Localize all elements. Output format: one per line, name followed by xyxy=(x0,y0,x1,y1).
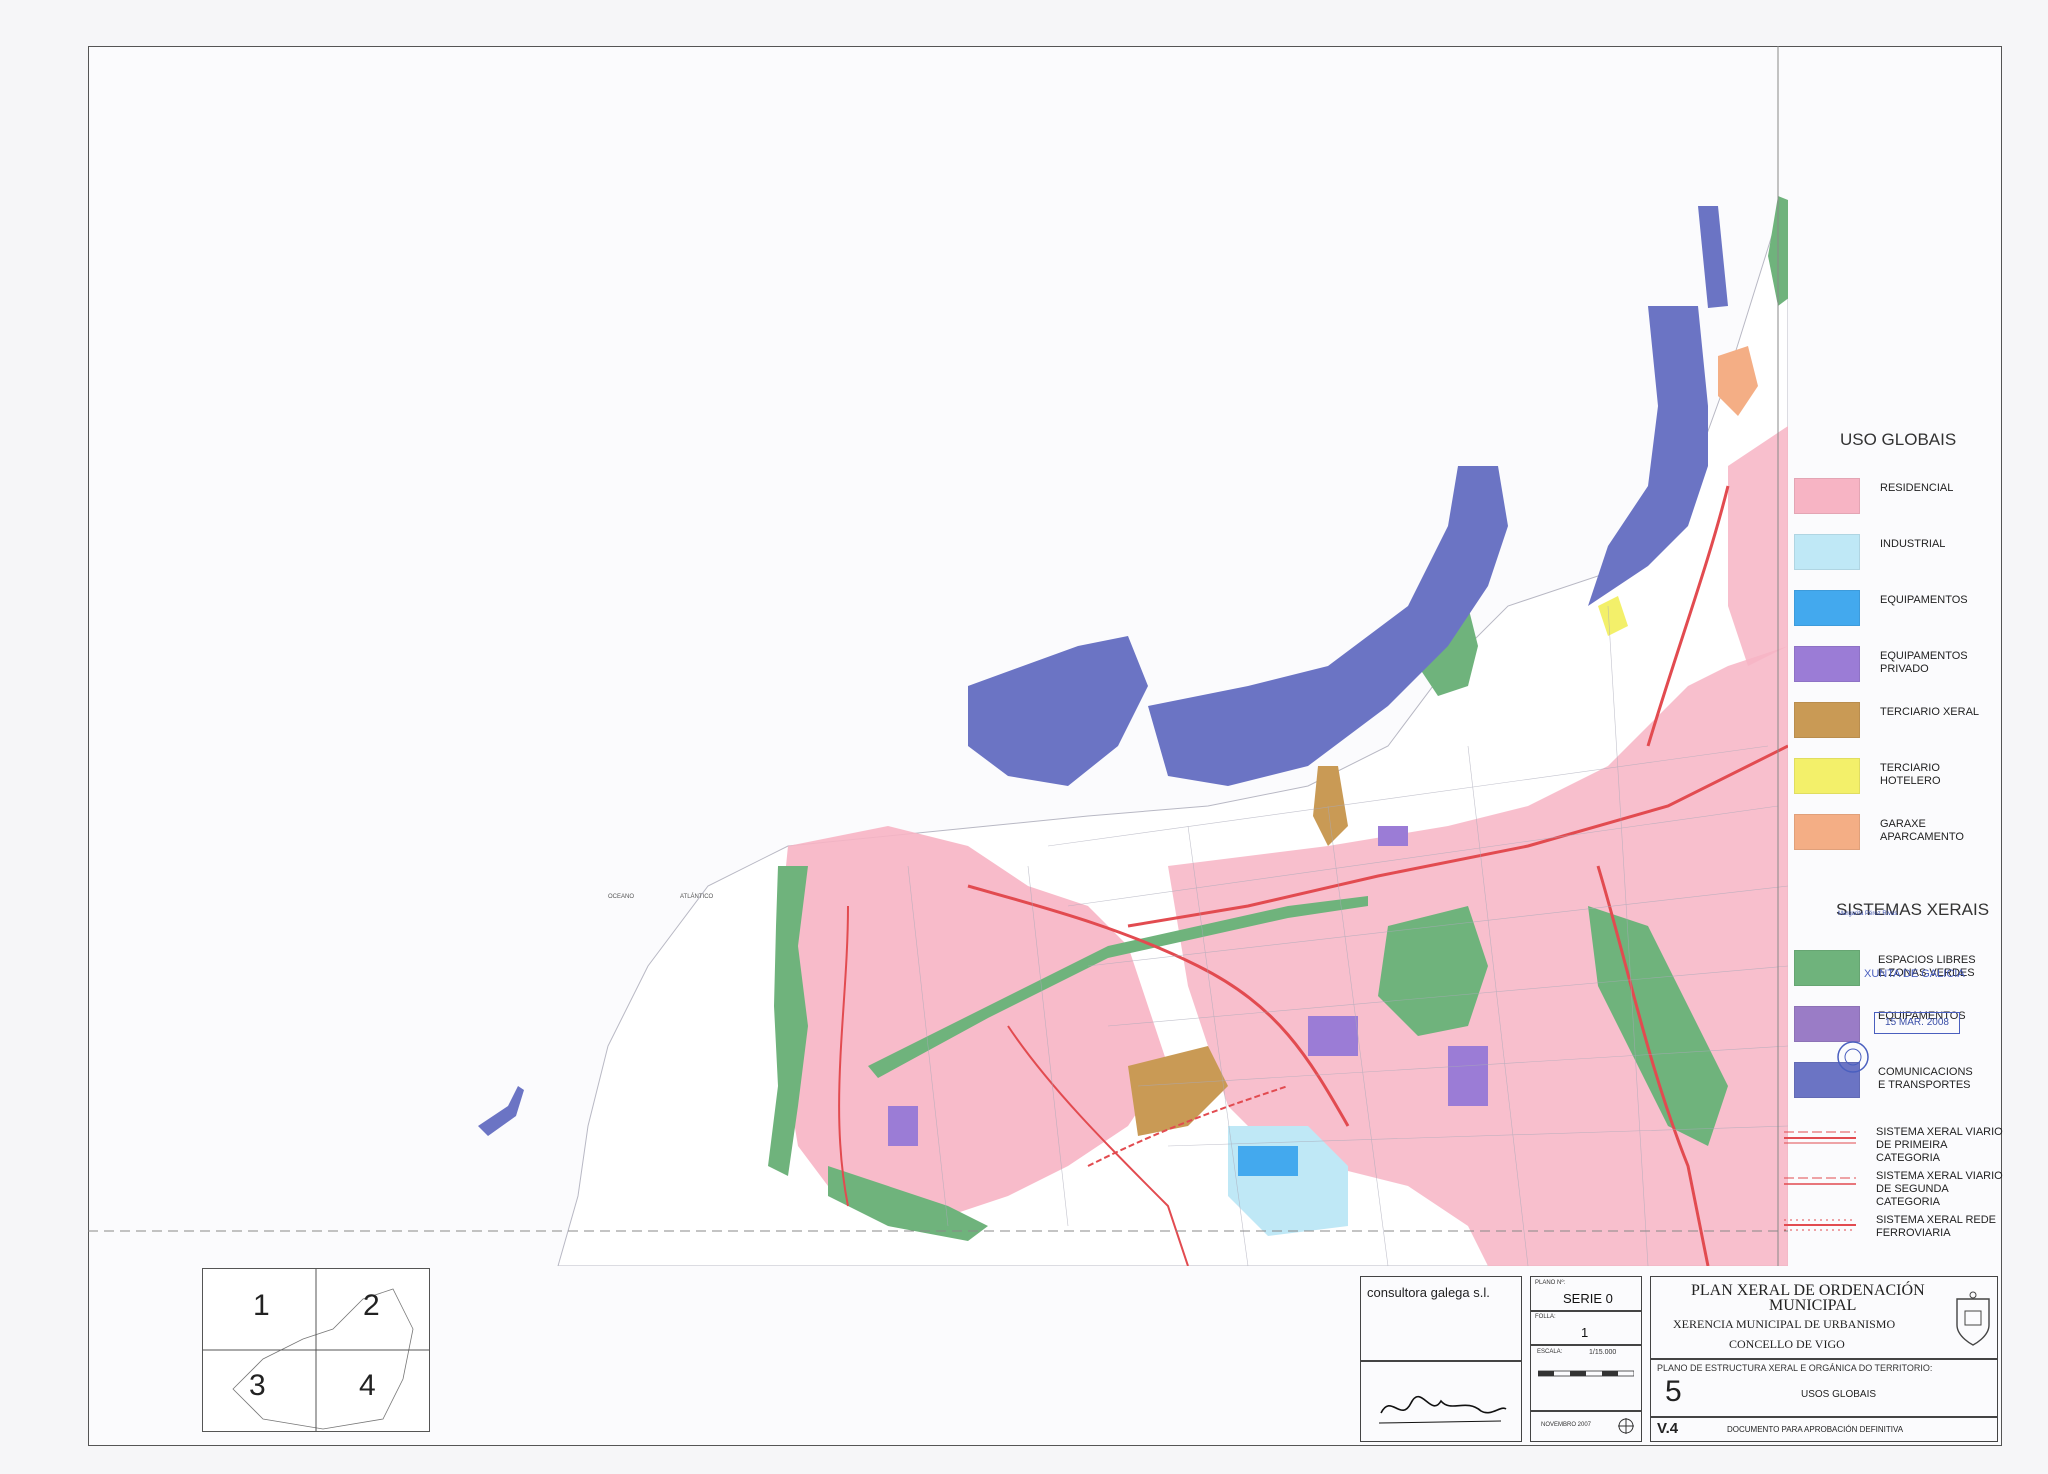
stamp-date: 15 MAR. 2008 xyxy=(1885,1017,1949,1028)
legend-line-swatch xyxy=(1784,1177,1856,1185)
folla-label: FOLLA: xyxy=(1535,1314,1556,1320)
legend-line-swatch xyxy=(1784,1131,1856,1144)
ocean-label: OCEANO xyxy=(608,894,634,900)
legend-swatch xyxy=(1794,478,1860,514)
equip-private-1 xyxy=(1308,1016,1358,1056)
legend-swatch xyxy=(1794,646,1860,682)
legend-label: EQUIPAMENTOS xyxy=(1880,594,1968,606)
document-status: DOCUMENTO PARA APROBACIÓN DEFINITIVA xyxy=(1727,1425,1904,1434)
north-arrow-icon xyxy=(1618,1418,1634,1434)
legend-label: INDUSTRIAL xyxy=(1880,538,1946,550)
transport-west-islet xyxy=(478,1086,524,1136)
company-cell: consultora galega s.l. xyxy=(1360,1276,1522,1362)
signature-cell xyxy=(1360,1360,1522,1442)
legend-label: EQUIPAMENTOS PRIVADO xyxy=(1880,650,1968,675)
legend-swatch xyxy=(1794,702,1860,738)
key-map-sheet-1[interactable]: 1 xyxy=(253,1289,270,1323)
plan-name: USOS GLOBAIS xyxy=(1801,1389,1877,1400)
legend-swatch xyxy=(1794,534,1860,570)
plano-serie: SERIE 0 xyxy=(1563,1291,1613,1306)
equip-private-3 xyxy=(888,1106,918,1146)
legend-label: SISTEMA XERAL REDE FERROVIARIA xyxy=(1876,1214,1997,1239)
approval-stamp: XUNTA DE GALICIA 15 MAR. 2008 Margarita … xyxy=(1788,836,1978,1088)
date-value: NOVEMBRO 2007 xyxy=(1541,1422,1592,1428)
key-map: 1 2 3 4 xyxy=(202,1268,430,1432)
stamp-date-box: 15 MAR. 2008 xyxy=(1874,1012,1960,1034)
plano-cell: PLANO Nº: SERIE 0 xyxy=(1530,1276,1642,1312)
scale-bar-icon xyxy=(1538,1370,1634,1377)
subtitle-line-2: CONCELLO DE VIGO xyxy=(1729,1337,1845,1351)
date-cell: NOVEMBRO 2007 xyxy=(1530,1410,1642,1442)
escala-label: ESCALA: xyxy=(1537,1349,1563,1355)
folla-value: 1 xyxy=(1581,1325,1589,1340)
plan-number: 5 xyxy=(1665,1375,1682,1408)
signature-icon xyxy=(1378,1395,1507,1424)
equip-private-2 xyxy=(1448,1046,1488,1106)
legend-label: TERCIARIO HOTELERO xyxy=(1880,762,1941,787)
legend-label: RESIDENCIAL xyxy=(1880,482,1954,494)
escala-value: 1/15.000 xyxy=(1589,1349,1617,1356)
legend-label: SISTEMA XERAL VIARIO DE PRIMEIRA CATEGOR… xyxy=(1876,1126,2003,1164)
stamp-signatory: Margarita Pérez Rivas xyxy=(1838,911,1898,917)
legend-uso-title: USO GLOBAIS xyxy=(1840,430,1957,449)
municipal-coat-of-arms-icon xyxy=(1956,1291,1990,1346)
subtitle-line-1: XERENCIA MUNICIPAL DE URBANISMO xyxy=(1673,1317,1896,1331)
port-area-main xyxy=(968,636,1148,786)
equipment-blue xyxy=(1238,1146,1298,1176)
key-map-sheet-4[interactable]: 4 xyxy=(359,1369,376,1403)
key-map-sheet-2[interactable]: 2 xyxy=(363,1289,380,1323)
version: V.4 xyxy=(1657,1420,1679,1437)
title-block: consultora galega s.l. PLANO Nº: SERIE 0… xyxy=(1360,1276,1998,1442)
title-line-2: MUNICIPAL xyxy=(1769,1297,1857,1314)
legend-label: SISTEMA XERAL VIARIO DE SEGUNDA CATEGORI… xyxy=(1876,1170,2003,1208)
port-pier-north xyxy=(1698,206,1728,308)
residential-zone-east xyxy=(1728,426,1788,666)
legend-swatch xyxy=(1794,758,1860,794)
escala-cell: ESCALA: 1/15.000 xyxy=(1530,1344,1642,1412)
legend-swatch xyxy=(1794,590,1860,626)
legend-label: TERCIARIO XERAL xyxy=(1880,706,1980,718)
equip-private-4 xyxy=(1378,826,1408,846)
plan-desc-cell: PLANO DE ESTRUCTURA XERAL E ORGÁNICA DO … xyxy=(1650,1358,1998,1418)
folla-cell: FOLLA: 1 xyxy=(1530,1310,1642,1346)
key-map-outline xyxy=(203,1269,429,1431)
stamp-seal-icon xyxy=(1837,1041,1869,1073)
main-title-cell: PLAN XERAL DE ORDENACIÓN MUNICIPAL XEREN… xyxy=(1650,1276,1998,1360)
legend-line-swatch xyxy=(1784,1219,1856,1231)
map-drawing: OCEANO ATLÁNTICO xyxy=(88,46,1788,1266)
key-map-sheet-3[interactable]: 3 xyxy=(249,1369,266,1403)
company-name: consultora galega s.l. xyxy=(1367,1285,1490,1300)
version-cell: V.4 DOCUMENTO PARA APROBACIÓN DEFINITIVA xyxy=(1650,1416,1998,1442)
stamp-org: XUNTA DE GALICIA xyxy=(1864,968,1965,980)
plano-label: PLANO Nº: xyxy=(1535,1280,1566,1286)
atlantic-label: ATLÁNTICO xyxy=(680,893,714,900)
plan-description: PLANO DE ESTRUCTURA XERAL E ORGÁNICA DO … xyxy=(1657,1363,1933,1373)
